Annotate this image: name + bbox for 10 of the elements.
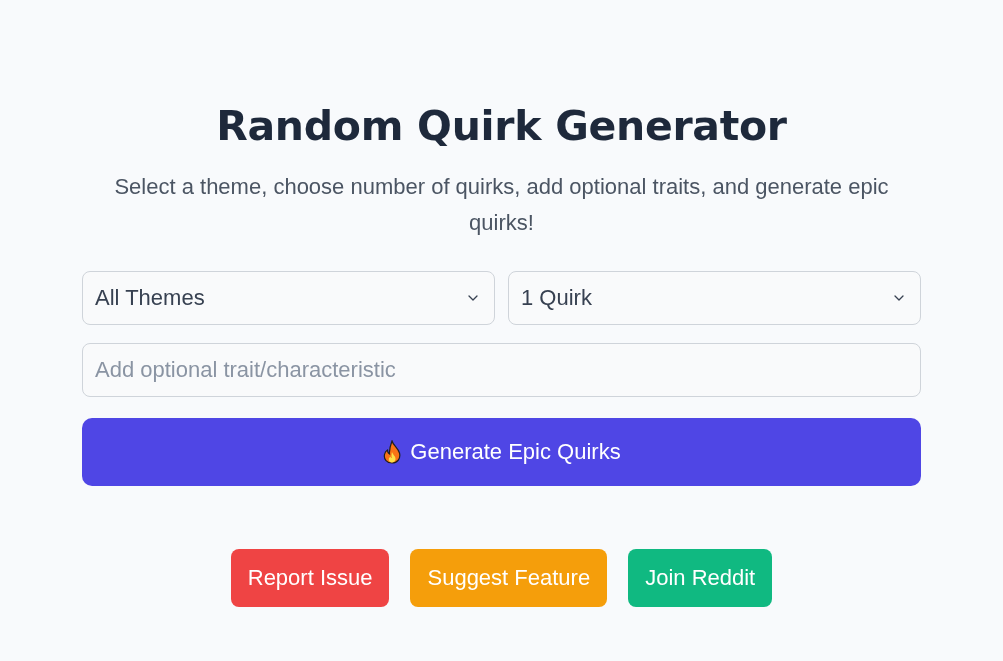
count-dropdown[interactable]: 1 Quirk [508, 271, 921, 325]
link-button[interactable]: Report Issue [230, 549, 390, 607]
theme-dropdown[interactable]: All Themes [82, 271, 495, 325]
chevron-down-icon [468, 295, 478, 301]
page-title: Random Quirk Generator [215, 101, 788, 152]
trait-input-field[interactable]: Add optional trait/characteristic [82, 343, 921, 397]
chevron-down-icon [894, 295, 904, 301]
generate-button[interactable]: Generate Epic Quirks [82, 418, 921, 486]
page-description: Select a theme, choose number of quirks, add optional traits, and generate epic quirks! [113, 173, 890, 237]
flame-icon [382, 440, 403, 464]
